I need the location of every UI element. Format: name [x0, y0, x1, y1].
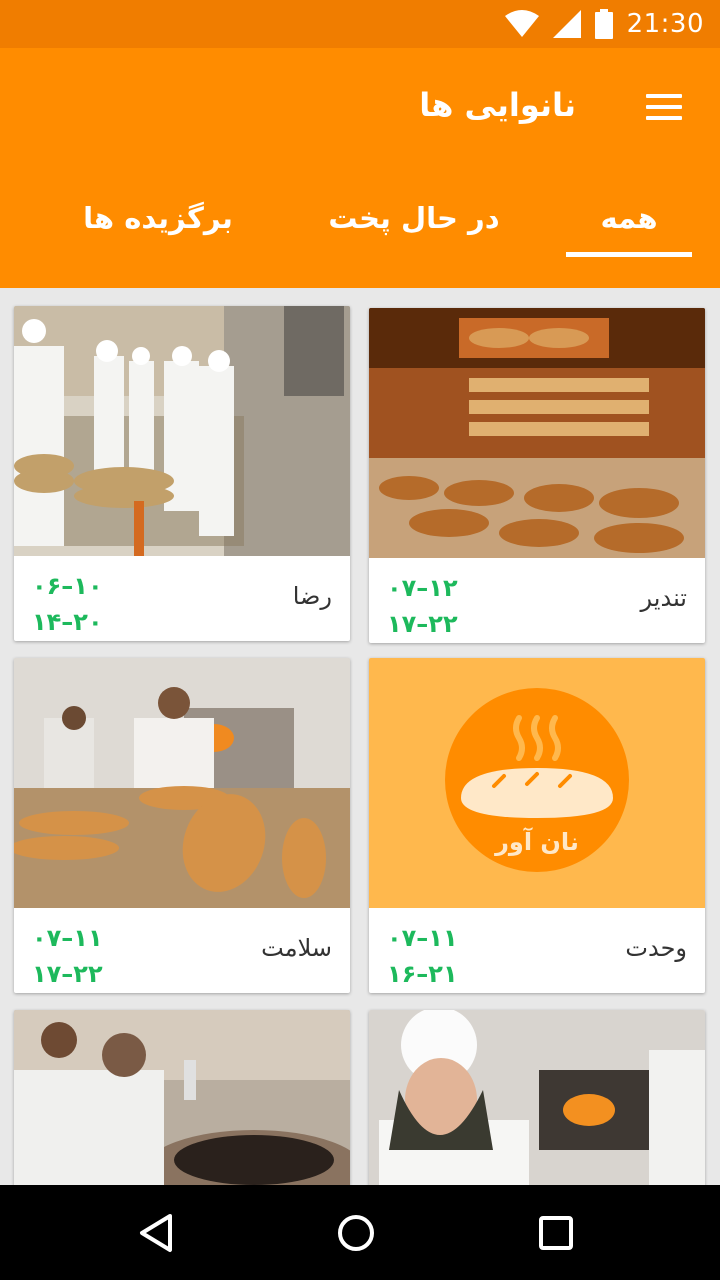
- bakery-photo: [14, 1010, 350, 1210]
- bakery-photo: [369, 1010, 705, 1210]
- app-bar: نانوایی ها همه در حال پخت برگزیده ها: [0, 48, 720, 288]
- bakery-hours: ۰۷–۱۱ ۱۶–۲۱: [387, 920, 458, 992]
- recents-icon[interactable]: [532, 1209, 580, 1257]
- bakery-card-6[interactable]: [369, 1010, 705, 1210]
- bakery-photo: [14, 306, 350, 556]
- logo-text: نان آور: [494, 827, 579, 856]
- bread-logo-placeholder: نان آور: [369, 658, 705, 908]
- bakery-hours: ۰۶–۱۰ ۱۴–۲۰: [32, 568, 103, 640]
- hours-morning: ۰۷–۱۲: [387, 574, 458, 602]
- home-icon[interactable]: [332, 1209, 380, 1257]
- bakery-card-reza[interactable]: رضا ۰۶–۱۰ ۱۴–۲۰: [14, 306, 350, 641]
- tab-bar: همه در حال پخت برگزیده ها: [0, 178, 720, 258]
- hours-morning: ۰۷–۱۱: [32, 924, 103, 952]
- bakery-card-salamat[interactable]: سلامت ۰۷–۱۱ ۱۷–۲۲: [14, 658, 350, 993]
- back-icon[interactable]: [132, 1209, 180, 1257]
- hours-evening: ۱۶–۲۱: [387, 960, 458, 988]
- tab-favorites[interactable]: برگزیده ها: [76, 178, 240, 258]
- status-time: 21:30: [626, 9, 704, 39]
- bakery-name: تندیر: [640, 584, 687, 612]
- hours-morning: ۰۶–۱۰: [32, 572, 103, 600]
- bakery-card-tandir[interactable]: تندیر ۰۷–۱۲ ۱۷–۲۲: [369, 308, 705, 643]
- bread-logo-icon: نان آور: [445, 688, 629, 872]
- bakery-card-5[interactable]: [14, 1010, 350, 1210]
- page-title: نانوایی ها: [419, 86, 576, 124]
- hours-evening: ۱۴–۲۰: [32, 608, 103, 636]
- hours-morning: ۰۷–۱۱: [387, 924, 458, 952]
- wifi-icon: [504, 10, 539, 37]
- tab-indicator: [566, 252, 692, 257]
- bakery-card-vahdat[interactable]: نان آور وحدت ۰۷–۱۱ ۱۶–۲۱: [369, 658, 705, 993]
- cell-signal-icon: [552, 10, 581, 38]
- bakery-photo: [14, 658, 350, 908]
- battery-icon: [594, 9, 613, 39]
- bakery-name: وحدت: [625, 934, 687, 962]
- hours-evening: ۱۷–۲۲: [32, 960, 103, 988]
- bakery-name: رضا: [292, 582, 332, 610]
- tab-all[interactable]: همه: [566, 178, 692, 258]
- bakery-hours: ۰۷–۱۱ ۱۷–۲۲: [32, 920, 103, 992]
- bakery-hours: ۰۷–۱۲ ۱۷–۲۲: [387, 570, 458, 642]
- tab-baking-now[interactable]: در حال پخت: [324, 178, 504, 258]
- status-bar: 21:30: [0, 0, 720, 48]
- hours-evening: ۱۷–۲۲: [387, 610, 458, 638]
- bakery-name: سلامت: [261, 934, 332, 962]
- system-nav-bar: [0, 1185, 720, 1280]
- hamburger-menu-icon[interactable]: [646, 94, 682, 120]
- bakery-photo: [369, 308, 705, 558]
